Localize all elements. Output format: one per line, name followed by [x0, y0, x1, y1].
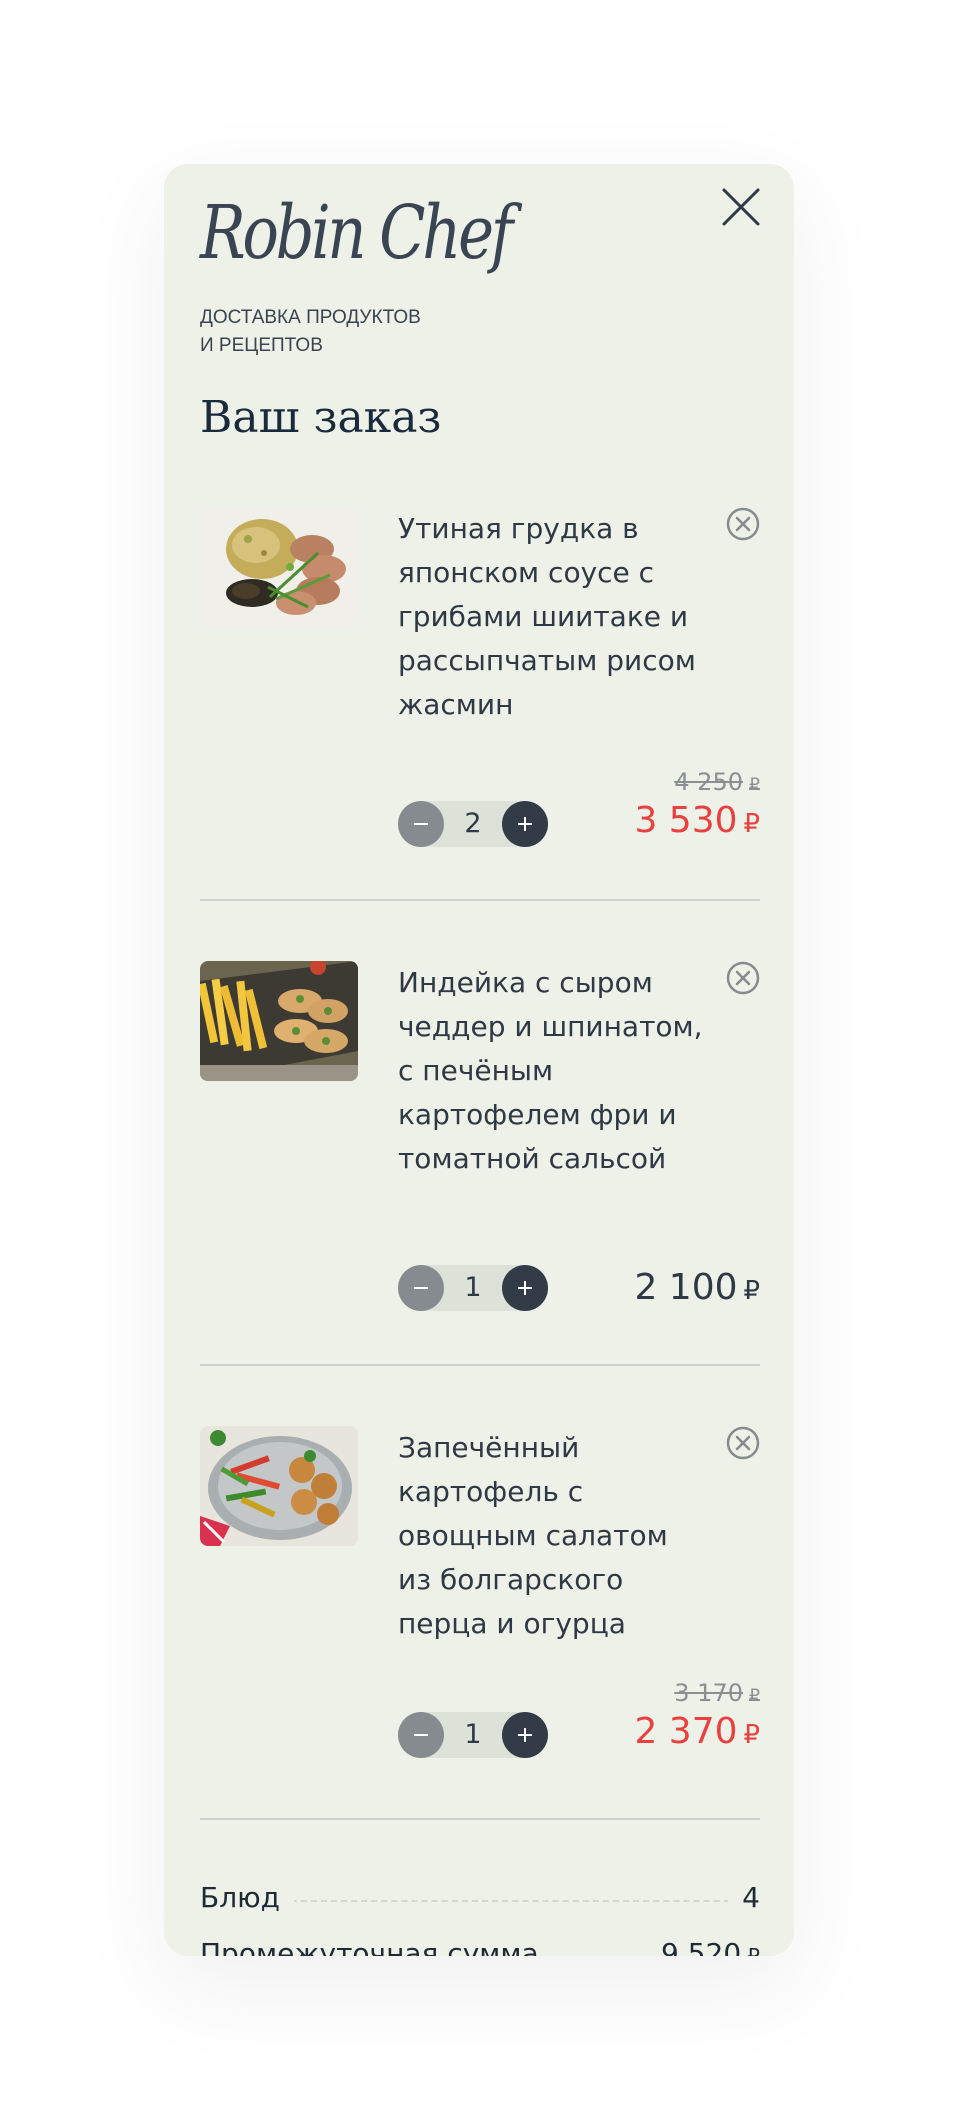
quantity-value: 2 — [464, 808, 482, 839]
dish-photo[interactable] — [200, 1426, 358, 1546]
old-price: 3 170 ₽ — [560, 1678, 760, 1711]
brand-logo[interactable]: Robin Chef ДОСТАВКА ПРОДУКТОВ И РЕЦЕПТОВ — [200, 188, 513, 356]
currency-symbol: ₽ — [743, 809, 760, 839]
dish-name[interactable]: Запечённый картофель с овощным салатом и… — [398, 1426, 708, 1646]
plus-icon — [518, 817, 532, 831]
item-divider — [200, 899, 760, 901]
page-title: Ваш заказ — [200, 392, 442, 443]
currency-symbol: ₽ — [749, 1686, 760, 1706]
decrease-quantity-button[interactable] — [398, 1265, 444, 1311]
summary-dishes-label: Блюд — [200, 1878, 295, 1918]
dish-name[interactable]: Индейка с сыром чеддер и шпинатом, с печ… — [398, 961, 708, 1181]
dish-name[interactable]: Утиная грудка в японском соусе с грибами… — [398, 507, 708, 727]
quantity-value: 1 — [464, 1719, 482, 1750]
currency-symbol: ₽ — [747, 1944, 760, 1956]
dish-photo[interactable] — [200, 961, 358, 1081]
brand-tagline-line1: ДОСТАВКА ПРОДУКТОВ — [200, 307, 421, 328]
item-price: 2 100 ₽ — [540, 1266, 760, 1313]
summary-subtotal-value: 9 520 ₽ — [647, 1934, 760, 1956]
summary-subtotal-row: Промежуточная сумма 9 520 ₽ — [200, 1934, 760, 1956]
remove-circle-icon — [726, 961, 760, 995]
cart-item: Запечённый картофель с овощным салатом и… — [200, 1426, 760, 1758]
close-button[interactable] — [721, 187, 761, 227]
currency-symbol: ₽ — [749, 775, 760, 795]
currency-symbol: ₽ — [743, 1720, 760, 1750]
remove-circle-icon — [726, 1426, 760, 1460]
minus-icon — [414, 823, 428, 825]
summary-dishes-row: Блюд 4 — [200, 1878, 760, 1918]
summary-subtotal-label: Промежуточная сумма — [200, 1934, 553, 1956]
close-icon — [722, 188, 760, 226]
sale-price-value: 2 370 — [634, 1711, 738, 1752]
brand-tagline: ДОСТАВКА ПРОДУКТОВ И РЕЦЕПТОВ — [200, 304, 460, 360]
old-price-value: 3 170 — [674, 1679, 743, 1707]
subtotal-amount: 9 520 — [661, 1937, 742, 1956]
remove-item-button[interactable] — [726, 961, 760, 995]
cart-item: Утиная грудка в японском соусе с грибами… — [200, 507, 760, 847]
sale-price: 3 530 ₽ — [540, 799, 760, 846]
item-divider — [200, 1818, 760, 1820]
currency-symbol: ₽ — [743, 1276, 760, 1306]
dish-photo[interactable] — [200, 507, 358, 627]
plus-icon — [518, 1728, 532, 1742]
decrease-quantity-button[interactable] — [398, 1712, 444, 1758]
sale-price: 2 370 ₽ — [540, 1710, 760, 1757]
cart-item: Индейка с сыром чеддер и шпинатом, с печ… — [200, 961, 760, 1311]
brand-tagline-line2: И РЕЦЕПТОВ — [200, 335, 323, 356]
item-price-value: 2 100 — [634, 1267, 738, 1308]
old-price-value: 4 250 — [674, 768, 743, 796]
order-modal: Robin Chef ДОСТАВКА ПРОДУКТОВ И РЕЦЕПТОВ… — [164, 164, 794, 1956]
brand-name: Robin Chef — [200, 190, 513, 276]
plus-icon — [518, 1281, 532, 1295]
minus-icon — [414, 1287, 428, 1289]
quantity-value: 1 — [464, 1272, 482, 1303]
sale-price-value: 3 530 — [634, 800, 738, 841]
remove-circle-icon — [726, 507, 760, 541]
remove-item-button[interactable] — [726, 507, 760, 541]
decrease-quantity-button[interactable] — [398, 801, 444, 847]
old-price: 4 250 ₽ — [560, 767, 760, 800]
remove-item-button[interactable] — [726, 1426, 760, 1460]
item-divider — [200, 1364, 760, 1366]
quantity-stepper: 1 — [398, 1712, 548, 1758]
quantity-stepper: 1 — [398, 1265, 548, 1311]
quantity-stepper: 2 — [398, 801, 548, 847]
minus-icon — [414, 1734, 428, 1736]
summary-dishes-value: 4 — [728, 1878, 760, 1918]
